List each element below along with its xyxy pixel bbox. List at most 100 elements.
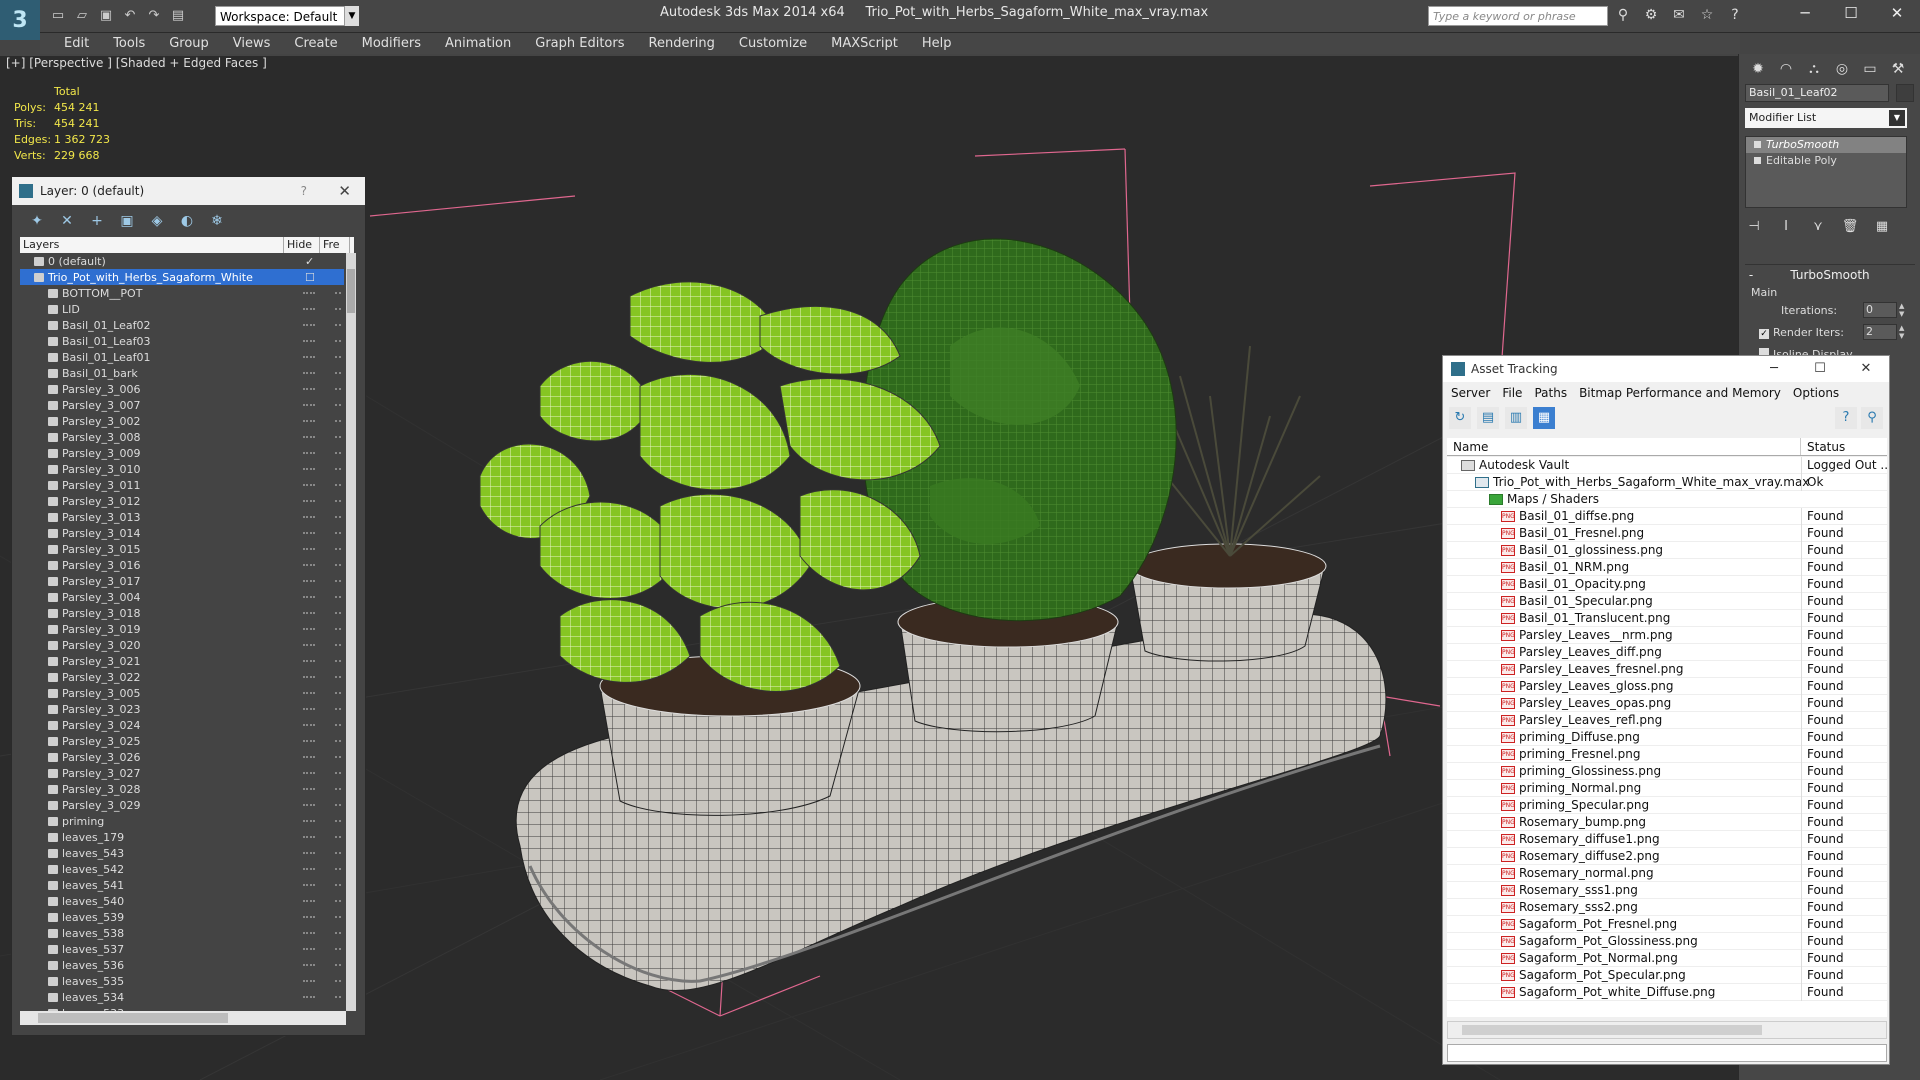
menu-animation[interactable]: Animation (445, 36, 511, 51)
context-help-icon[interactable]: ⚲ (1861, 407, 1883, 429)
hide-toggle[interactable] (303, 740, 315, 742)
list-view-icon[interactable]: ▤ (1477, 407, 1499, 429)
layer-row[interactable]: leaves_179 (20, 829, 344, 845)
freeze-toggle[interactable] (335, 292, 341, 294)
hide-toggle[interactable] (303, 836, 315, 838)
layer-row[interactable]: Parsley_3_027 (20, 765, 344, 781)
layer-row[interactable]: priming (20, 813, 344, 829)
asset-row[interactable]: PNG Parsley_Leaves_opas.png Found (1447, 695, 1887, 712)
workspace-dropdown[interactable]: Workspace: Default (215, 6, 345, 26)
asset-row[interactable]: PNG Parsley_Leaves_refl.png Found (1447, 712, 1887, 729)
hide-toggle[interactable] (303, 724, 315, 726)
freeze-toggle[interactable] (335, 356, 341, 358)
layer-row[interactable]: LID (20, 301, 344, 317)
hide-toggle[interactable] (303, 324, 315, 326)
freeze-toggle[interactable] (335, 516, 341, 518)
freeze-toggle[interactable] (335, 820, 341, 822)
detail-view-icon[interactable]: ▥ (1505, 407, 1527, 429)
hide-toggle[interactable] (303, 548, 315, 550)
scrollbar-thumb[interactable] (347, 269, 355, 313)
asset-row[interactable]: PNG Parsley_Leaves_fresnel.png Found (1447, 661, 1887, 678)
asset-row[interactable]: PNG priming_Normal.png Found (1447, 780, 1887, 797)
layer-row[interactable]: Basil_01_Leaf03 (20, 333, 344, 349)
layer-row[interactable]: leaves_542 (20, 861, 344, 877)
new-file-icon[interactable]: ▭ (48, 6, 68, 26)
hide-toggle[interactable] (303, 884, 315, 886)
hide-toggle[interactable] (303, 788, 315, 790)
asset-row[interactable]: PNG Basil_01_Specular.png Found (1447, 593, 1887, 610)
maximize-icon[interactable]: ☐ (1797, 356, 1843, 382)
layer-row[interactable]: Parsley_3_006 (20, 381, 344, 397)
asset-row[interactable]: Autodesk Vault Logged Out ... (1447, 457, 1887, 474)
asset-path-field[interactable] (1447, 1044, 1887, 1062)
freeze-toggle[interactable] (335, 868, 341, 870)
hide-toggle[interactable] (303, 996, 315, 998)
asset-row[interactable]: PNG priming_Glossiness.png Found (1447, 763, 1887, 780)
menu-customize[interactable]: Customize (739, 36, 807, 51)
hide-toggle[interactable] (303, 644, 315, 646)
asset-row[interactable]: PNG Rosemary_bump.png Found (1447, 814, 1887, 831)
layer-row[interactable]: Basil_01_bark (20, 365, 344, 381)
layer-row[interactable]: Parsley_3_029 (20, 797, 344, 813)
maximize-icon[interactable]: ☐ (1828, 0, 1874, 26)
layer-row[interactable]: leaves_534 (20, 989, 344, 1005)
freeze-toggle[interactable] (335, 388, 341, 390)
render-iters-spinner-input[interactable]: 2 (1863, 324, 1897, 340)
menu-group[interactable]: Group (169, 36, 209, 51)
turbosmooth-rollout[interactable]: - TurboSmooth (1745, 264, 1915, 284)
hide-toggle[interactable] (303, 340, 315, 342)
layer-row[interactable]: leaves_539 (20, 909, 344, 925)
freeze-toggle[interactable] (335, 996, 341, 998)
highlight-layer-icon[interactable]: ◈ (148, 212, 166, 230)
layer-row[interactable]: Parsley_3_009 (20, 445, 344, 461)
hide-toggle[interactable] (303, 900, 315, 902)
layer-row[interactable]: Basil_01_Leaf02 (20, 317, 344, 333)
menu-options[interactable]: Options (1793, 382, 1839, 404)
help-button[interactable]: ? (301, 177, 307, 205)
collapse-icon[interactable]: - (1745, 265, 1757, 285)
asset-row[interactable]: PNG Sagaform_Pot_white_Diffuse.png Found (1447, 984, 1887, 1001)
freeze-column-header[interactable]: Fre (320, 237, 350, 253)
minimize-icon[interactable]: ─ (1751, 356, 1797, 382)
freeze-toggle[interactable] (335, 676, 341, 678)
asset-row[interactable]: Maps / Shaders (1447, 491, 1887, 508)
layer-row[interactable]: Parsley_3_008 (20, 429, 344, 445)
stack-item-turbosmooth[interactable]: TurboSmooth (1746, 137, 1906, 153)
show-end-result-icon[interactable]: I (1777, 218, 1795, 236)
freeze-toggle[interactable] (335, 932, 341, 934)
layer-row[interactable]: leaves_537 (20, 941, 344, 957)
hide-toggle[interactable] (303, 532, 315, 534)
freeze-toggle[interactable] (335, 372, 341, 374)
active-layer-check-icon[interactable]: ✓ (305, 255, 314, 268)
refresh-icon[interactable]: ↻ (1449, 407, 1471, 429)
layer-row[interactable]: Parsley_3_007 (20, 397, 344, 413)
undo-icon[interactable]: ↶ (120, 6, 140, 26)
hide-toggle[interactable] (303, 612, 315, 614)
menu-rendering[interactable]: Rendering (649, 36, 715, 51)
hide-toggle[interactable] (303, 756, 315, 758)
close-icon[interactable]: ✕ (338, 177, 351, 205)
asset-tracking-titlebar[interactable]: Asset Tracking ─ ☐ ✕ (1443, 356, 1889, 382)
hide-toggle[interactable] (303, 692, 315, 694)
layer-row[interactable]: leaves_536 (20, 957, 344, 973)
freeze-toggle[interactable] (335, 484, 341, 486)
asset-row[interactable]: PNG priming_Fresnel.png Found (1447, 746, 1887, 763)
layer-row[interactable]: leaves_535 (20, 973, 344, 989)
layer-row[interactable]: Parsley_3_012 (20, 493, 344, 509)
subscription-icon[interactable]: ⚙ (1640, 5, 1662, 25)
asset-row[interactable]: PNG Parsley_Leaves_gloss.png Found (1447, 678, 1887, 695)
hide-toggle[interactable] (303, 628, 315, 630)
remove-modifier-icon[interactable]: 🗑 (1841, 218, 1859, 236)
hide-toggle[interactable] (303, 580, 315, 582)
pin-stack-icon[interactable]: ⊣ (1745, 218, 1763, 236)
hide-toggle[interactable] (303, 964, 315, 966)
layer-row[interactable]: 0 (default) ✓ (20, 253, 344, 269)
hide-all-icon[interactable]: ◐ (178, 212, 196, 230)
menu-modifiers[interactable]: Modifiers (362, 36, 421, 51)
layer-row[interactable]: leaves_540 (20, 893, 344, 909)
asset-row[interactable]: Trio_Pot_with_Herbs_Sagaform_White_max_v… (1447, 474, 1887, 491)
close-icon[interactable]: ✕ (1874, 0, 1920, 26)
help-icon[interactable]: ? (1835, 407, 1857, 429)
chevron-down-icon[interactable]: ▼ (1889, 110, 1905, 126)
asset-row[interactable]: PNG Sagaform_Pot_Fresnel.png Found (1447, 916, 1887, 933)
